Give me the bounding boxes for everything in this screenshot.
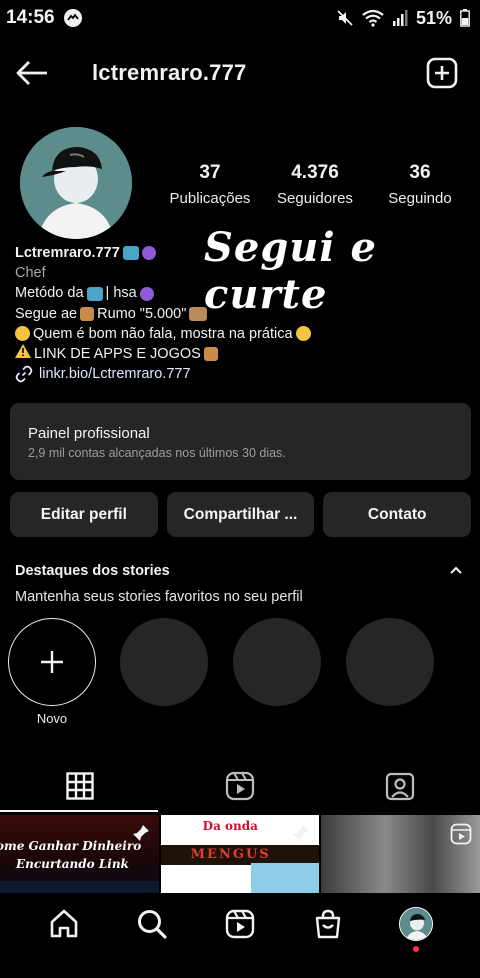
stat-following-count: 36 <box>409 162 431 183</box>
tab-tagged[interactable] <box>320 760 480 812</box>
shush-emoji-icon <box>15 326 30 342</box>
grid-icon <box>66 772 94 800</box>
stat-posts-count: 37 <box>199 162 221 183</box>
bio-link[interactable]: linkr.bio/Lctremraro.777 <box>15 364 475 384</box>
back-arrow-icon <box>16 61 47 85</box>
contact-button[interactable]: Contato <box>323 492 472 537</box>
profile-bio: Lctremraro.777 Chef Metódo da | hsa Segu… <box>15 243 475 384</box>
highlights-title: Destaques dos stories <box>15 563 170 579</box>
post-thumbnail[interactable] <box>321 815 480 893</box>
notification-dot <box>413 946 419 952</box>
profile-actions: Editar perfil Compartilhar ... Contato <box>10 492 472 537</box>
mute-icon <box>336 9 354 27</box>
reels-nav-icon <box>225 909 255 939</box>
professional-dashboard[interactable]: Painel profissional 2,9 mil contas alcan… <box>10 403 471 480</box>
bio-link-text: linkr.bio/Lctremraro.777 <box>39 366 191 383</box>
share-profile-button[interactable]: Compartilhar ... <box>166 492 315 537</box>
active-tab-indicator <box>0 810 158 812</box>
create-post-button[interactable] <box>422 53 462 93</box>
tab-posts-grid[interactable] <box>0 760 160 812</box>
new-highlight-button[interactable] <box>8 618 96 706</box>
post-banner <box>0 881 159 893</box>
post-caption-line-2: Encurtando Link <box>16 857 129 871</box>
highlights-subtitle: Mantenha seus stories favoritos no seu p… <box>15 589 303 605</box>
profile-avatar-small <box>399 907 433 941</box>
panel-title: Painel profissional <box>28 425 150 442</box>
highlight-placeholder <box>120 618 208 706</box>
signal-icon <box>392 9 408 27</box>
profile-avatar[interactable] <box>20 127 132 239</box>
nav-reels[interactable] <box>218 902 262 946</box>
post-image-block <box>250 863 320 893</box>
stat-posts[interactable]: 37 Publicações <box>160 162 260 207</box>
new-highlight-label: Novo <box>36 711 68 726</box>
bio-category: Chef <box>15 265 46 282</box>
bio-line-1: Metódo da <box>15 285 84 302</box>
bio-display-name: Lctremraro.777 <box>15 245 120 261</box>
profile-stats: 37 Publicações 4.376 Seguidores 36 Segui… <box>160 162 470 207</box>
purple-emoji-icon <box>139 286 154 301</box>
nav-home[interactable] <box>42 902 86 946</box>
chevron-up-icon[interactable] <box>448 563 464 584</box>
reel-indicator-icon <box>450 823 472 850</box>
system-gesture-area <box>0 955 480 978</box>
status-time: 14:56 <box>6 7 55 28</box>
bio-line-2a: Segue ae <box>15 305 78 322</box>
warning-emoji-icon <box>15 344 31 364</box>
bottom-navigation <box>0 893 480 955</box>
stat-followers-label: Seguidores <box>277 190 353 207</box>
avatar-illustration <box>20 127 132 239</box>
post-caption-top: Da onda <box>202 819 258 833</box>
add-post-icon <box>426 57 458 89</box>
pin-icon <box>131 823 151 848</box>
reels-icon <box>225 771 255 801</box>
edit-profile-button[interactable]: Editar perfil <box>10 492 158 537</box>
pin-icon <box>291 823 311 848</box>
battery-icon <box>460 9 470 27</box>
pray-emoji-icon <box>80 306 95 321</box>
link-icon <box>15 366 33 383</box>
tab-reels[interactable] <box>160 760 320 812</box>
wave-emoji-icon <box>86 286 103 301</box>
stat-following[interactable]: 36 Seguindo <box>370 162 470 207</box>
search-icon <box>138 910 167 939</box>
nav-shop[interactable] <box>306 902 350 946</box>
purple-emoji-icon <box>141 246 156 261</box>
nav-profile[interactable] <box>394 902 438 952</box>
highlight-placeholder <box>233 618 321 706</box>
hands-emoji-icon <box>189 306 208 321</box>
content-tabs <box>0 760 480 812</box>
plus-icon <box>41 651 63 673</box>
battery-percent: 51% <box>415 7 452 28</box>
panel-subtitle: 2,9 mil contas alcançadas nos últimos 30… <box>28 446 286 460</box>
wave-emoji-icon <box>122 246 139 261</box>
bio-line-2b: Rumo "5.000" <box>97 305 187 322</box>
header-username: lctremraro.777 <box>92 60 247 85</box>
profile-header: lctremraro.777 <box>0 48 480 98</box>
stat-following-label: Seguindo <box>388 190 452 207</box>
bio-line-3: Quem é bom não fala, mostra na prática <box>33 325 293 342</box>
highlight-placeholder <box>346 618 434 706</box>
post-thumbnail[interactable]: ome Ganhar Dinheiro Encurtando Link <box>0 815 159 893</box>
wifi-icon <box>362 9 384 27</box>
status-bar: 14:56 51% <box>0 0 480 36</box>
tagged-icon <box>385 772 415 801</box>
stat-followers[interactable]: 4.376 Seguidores <box>265 162 365 207</box>
home-icon <box>50 909 78 938</box>
nav-search[interactable] <box>130 902 174 946</box>
bio-line-1b: | hsa <box>105 285 137 302</box>
messenger-notification-icon <box>63 8 83 28</box>
yawn-emoji-icon <box>295 326 311 342</box>
posts-grid: ome Ganhar Dinheiro Encurtando Link Da o… <box>0 815 480 893</box>
post-thumbnail[interactable]: Da onda MENGUS <box>160 815 320 893</box>
post-caption-line-1: ome Ganhar Dinheiro <box>0 839 142 853</box>
point-down-emoji-icon <box>203 347 218 362</box>
post-caption-mid: MENGUS <box>190 847 271 862</box>
back-button[interactable] <box>10 51 54 95</box>
stat-posts-label: Publicações <box>169 190 251 207</box>
bio-line-4: LINK DE APPS E JOGOS <box>34 346 201 363</box>
stat-followers-count: 4.376 <box>291 162 339 183</box>
shop-icon <box>315 909 341 939</box>
